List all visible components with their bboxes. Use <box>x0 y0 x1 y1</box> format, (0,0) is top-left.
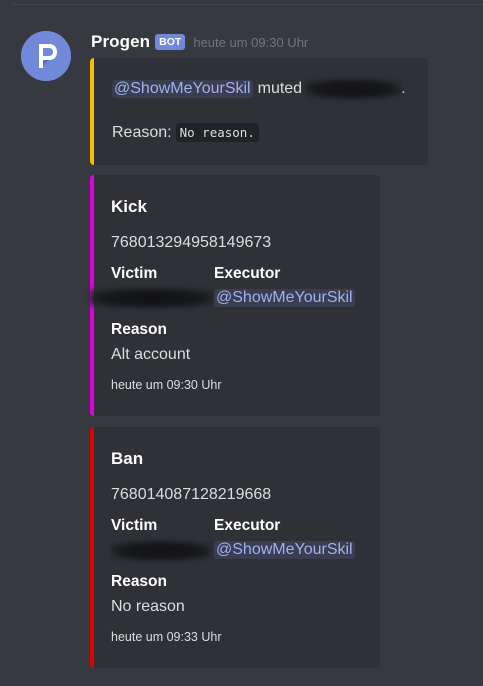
action-text: muted <box>257 80 303 97</box>
reason-label: Reason <box>111 321 167 338</box>
executor-label: Executor <box>214 265 281 282</box>
trailing-period: . <box>401 80 406 97</box>
embed-mute: @ShowMeYourSkil muted . Reason: No reaso… <box>90 58 428 165</box>
reason-value: Alt account <box>111 346 191 363</box>
embed-ban: Ban 768014087128219668 Victim Executor @… <box>90 427 380 668</box>
case-id: 768014087128219668 <box>111 486 272 503</box>
executor-label: Executor <box>214 517 281 534</box>
progen-p-logo-icon <box>21 31 71 81</box>
victim-label: Victim <box>111 517 158 534</box>
executor-mention[interactable]: @ShowMeYourSkil <box>214 541 355 559</box>
reason-label: Reason <box>111 573 167 590</box>
embed-title: Kick <box>111 197 147 216</box>
reason-value: No reason <box>111 598 185 615</box>
executor-value: @ShowMeYourSkil <box>214 541 355 559</box>
redacted-victim-mention <box>90 288 214 308</box>
message-timestamp[interactable]: heute um 09:30 Uhr <box>193 35 308 50</box>
reason-label: Reason: <box>112 123 172 141</box>
reason-code: No reason. <box>175 123 259 142</box>
bot-badge: BOT <box>155 34 186 50</box>
redacted-victim-mention <box>111 541 211 561</box>
user-mention[interactable]: @ShowMeYourSkil <box>112 80 253 98</box>
victim-value <box>90 288 214 308</box>
case-id: 768013294958149673 <box>111 234 272 251</box>
avatar[interactable] <box>21 31 71 81</box>
victim-value <box>111 541 211 561</box>
message-header: Progen BOT heute um 09:30 Uhr <box>91 31 308 53</box>
username[interactable]: Progen <box>91 32 150 52</box>
victim-label: Victim <box>111 265 158 282</box>
embed-kick: Kick 768013294958149673 Victim Executor … <box>90 175 380 416</box>
embed-title: Ban <box>111 449 144 468</box>
mute-description: @ShowMeYourSkil muted . <box>112 79 406 99</box>
embed-footer-timestamp: heute um 09:33 Uhr <box>111 630 222 644</box>
chat-message: Progen BOT heute um 09:30 Uhr @ShowMeYou… <box>0 0 483 686</box>
embed-footer-timestamp: heute um 09:30 Uhr <box>111 378 222 392</box>
executor-value: @ShowMeYourSkil <box>214 289 355 307</box>
executor-mention[interactable]: @ShowMeYourSkil <box>214 289 355 307</box>
redacted-user-mention <box>305 79 402 99</box>
mute-reason-line: Reason: No reason. <box>112 123 259 142</box>
